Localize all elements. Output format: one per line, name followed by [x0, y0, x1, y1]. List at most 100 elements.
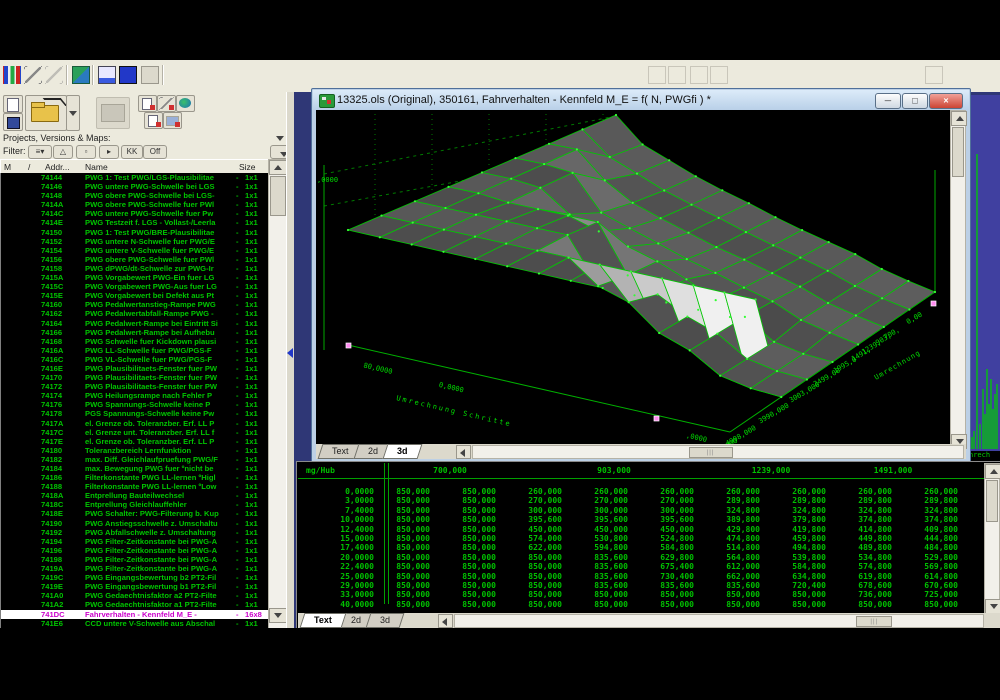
scroll-up-button[interactable]	[985, 464, 1000, 479]
list-item[interactable]: 74186Filterkonstante PWG LL-lernen ºHigl…	[1, 473, 269, 482]
list-item[interactable]: 74148PWG obere PWG-Schwelle bei LGS--1x1	[1, 191, 269, 200]
screen-transfer-button[interactable]	[163, 112, 182, 129]
surface-3d-view[interactable]: 5355,0004998,0003990,0003003,0002499,001…	[316, 110, 952, 448]
list-item[interactable]: 7419APWG Filter-Zeitkonstante bei PWG-A-…	[1, 564, 269, 573]
wand-icon[interactable]	[24, 66, 42, 84]
list-item[interactable]: 74144PWG 1: Test PWG/LGS-Plausibilitae-1…	[1, 173, 269, 182]
scrollbar-thumb[interactable]	[986, 480, 998, 522]
horizontal-scrollbar[interactable]: |||	[472, 445, 964, 459]
list-item[interactable]: 74178PGS Spannungs-Schwelle keine Pw-1x1	[1, 409, 269, 418]
list-item[interactable]: 74168PWG Schwelle fuer Kickdown plausi-1…	[1, 337, 269, 346]
list-item[interactable]: 74158PWG dPWG/dt-Schwelle zur PWG-Ir-1x1	[1, 264, 269, 273]
filter-selection-button[interactable]: ▫	[76, 145, 96, 159]
list-item[interactable]: 7415CPWG Vorgabewert PWG-Aus fuer LG-1x1	[1, 282, 269, 291]
maps-list-scrollbar[interactable]	[268, 159, 288, 630]
list-item[interactable]: 74154PWG untere V-Schwelle fuer PWG/E-1x…	[1, 246, 269, 255]
list-item[interactable]: 74146PWG untere PWG-Schwelle bei LGS-1x1	[1, 182, 269, 191]
map-wizard-icon[interactable]	[3, 66, 21, 84]
column-header-m[interactable]: M	[4, 162, 11, 172]
column-header-size[interactable]: Size	[239, 162, 256, 172]
new-project-button[interactable]	[3, 95, 23, 113]
map-3d-window[interactable]: 13325.ols (Original), 350161, Fahrverhal…	[311, 88, 971, 464]
list-item[interactable]: 74172PWG Plausibilitaets-Fenster fuer PW…	[1, 382, 269, 391]
import-page-button[interactable]	[144, 112, 163, 129]
list-item[interactable]: 74166PWG Pedalwert-Rampe bei Aufhebu-1x1	[1, 328, 269, 337]
scrollbar-thumb[interactable]	[952, 127, 964, 177]
list-item[interactable]: 7414CPWG untere PWG-Schwelle fuer Pw-1x1	[1, 209, 269, 218]
list-item[interactable]: 74194PWG Filter-Zeitkonstante bei PWG-A-…	[1, 537, 269, 546]
list-item[interactable]: 7417Eel. Grenze ob. Toleranzber. Erf. LL…	[1, 437, 269, 446]
filter-off-button[interactable]: Off	[143, 145, 167, 159]
list-item[interactable]: 7414EPWG Testzeit f. LGS - Vollast-/Leer…	[1, 218, 269, 227]
list-item[interactable]: 7417Cel. Grenze unt. Toleranzber. Erf. L…	[1, 428, 269, 437]
filter-folder-button[interactable]: ▸	[99, 145, 119, 159]
list-item[interactable]: 7418CEntprellung Gleichlauffehler-1x1	[1, 500, 269, 509]
list-item[interactable]: 7414APWG obere PWG-Schwelle fuer PWl-1x1	[1, 200, 269, 209]
pages-icon[interactable]	[72, 66, 90, 84]
list-item[interactable]: 74174PWG Heilungsrampe nach Fehler P-1x1	[1, 391, 269, 400]
scroll-up-button[interactable]	[951, 111, 967, 126]
list-item[interactable]: 741A0PWG Gedaechtnisfaktor a2 PT2-Filte-…	[1, 591, 269, 600]
scroll-down-button[interactable]	[985, 599, 1000, 614]
scrollbar-thumb[interactable]: |||	[689, 447, 733, 458]
list-item[interactable]: 7416EPWG Plausibilitaets-Fenster fuer PW…	[1, 364, 269, 373]
horizontal-scrollbar[interactable]: |||	[454, 614, 984, 628]
list-item[interactable]: 7419CPWG Eingangsbewertung b2 PT2-Fil-1x…	[1, 573, 269, 582]
column-header-sort[interactable]: /	[28, 162, 30, 172]
list-item[interactable]: 74162PWG Pedalwertabfall-Rampe PWG --1x1	[1, 309, 269, 318]
add-view-icon[interactable]	[141, 66, 159, 84]
list-item[interactable]: 741A2PWG Gedaechtnisfaktor a1 PT2-Filte-…	[1, 600, 269, 609]
list-item[interactable]: 7415APWG Vorgabewert PWG-Ein fuer LG-1x1	[1, 273, 269, 282]
list-item[interactable]: 74156PWG obere PWG-Schwelle fuer PWl-1x1	[1, 255, 269, 264]
column-header-name[interactable]: Name	[85, 162, 108, 172]
tab-3d[interactable]: 3d	[365, 613, 404, 628]
list-item[interactable]: 7419EPWG Eingangsbewertung b1 PT2-Fil-1x…	[1, 582, 269, 591]
apply-wand-button[interactable]	[157, 95, 176, 112]
list-item[interactable]: 74188Filterkonstante PWG LL-lernen ºLow-…	[1, 482, 269, 491]
column-header-addr[interactable]: Addr...	[45, 162, 70, 172]
window-titlebar[interactable]: 13325.ols (Original), 350161, Fahrverhal…	[313, 90, 969, 110]
projects-combo[interactable]: Projects, Versions & Maps:	[0, 132, 293, 145]
list-item[interactable]: 74170PWG Plausibilitaets-Fenster fuer PW…	[1, 373, 269, 382]
tab-3d[interactable]: 3d	[382, 444, 421, 459]
filter-lines-button[interactable]: ≡▾	[28, 145, 52, 159]
filter-shape-button[interactable]: △	[53, 145, 73, 159]
list-item[interactable]: 74196PWG Filter-Zeitkonstante bei PWG-A-…	[1, 546, 269, 555]
tab-scroll-left-button[interactable]	[438, 614, 453, 628]
vertical-scrollbar[interactable]	[950, 110, 966, 450]
filter-kk-button[interactable]: KK	[121, 145, 143, 159]
maximize-button[interactable]: □	[902, 93, 928, 109]
list-item[interactable]: 74192PWG Abfallschwelle z. Umschaltung-1…	[1, 528, 269, 537]
list-item[interactable]: 74160PWG Pedalwertanstieg-Rampe PWG-1x1	[1, 300, 269, 309]
export-page-button[interactable]	[138, 95, 157, 112]
open-dropdown-button[interactable]	[66, 95, 80, 131]
collapse-panel-icon[interactable]	[287, 348, 293, 358]
map-table-view[interactable]: mg/Hub 700,000903,0001239,0001491,0001 0…	[298, 463, 986, 613]
scrollbar-thumb[interactable]	[270, 176, 286, 216]
list-item[interactable]: 74184max. Bewegung PWG fuer ºnicht be-1x…	[1, 464, 269, 473]
list-item[interactable]: 7415EPWG Vorgabewert bei Defekt aus Pt-1…	[1, 291, 269, 300]
maps-list[interactable]: 74144PWG 1: Test PWG/LGS-Plausibilitae-1…	[0, 173, 269, 628]
tab-scroll-left-button[interactable]	[456, 445, 471, 459]
selection-view-icon[interactable]	[119, 66, 137, 84]
list-item[interactable]: 74164PWG Pedalwert-Rampe bei Eintritt Si…	[1, 319, 269, 328]
list-item[interactable]: 74152PWG untere N-Schwelle fuer PWG/E-1x…	[1, 237, 269, 246]
list-item[interactable]: 74150PWG 1: Test PWG/BRE-Plausibilitae-1…	[1, 228, 269, 237]
list-item[interactable]: 7418AEntprellung Bauteilwechsel-1x1	[1, 491, 269, 500]
axis-view-icon[interactable]	[98, 66, 116, 84]
list-item[interactable]: 74182max. Diff. Gleichlaufpruefung PWG/F…	[1, 455, 269, 464]
list-item[interactable]: 74198PWG Filter-Zeitkonstante bei PWG-A-…	[1, 555, 269, 564]
list-item[interactable]: 7417Ael. Grenze ob. Toleranzber. Erf. LL…	[1, 419, 269, 428]
open-project-button[interactable]	[25, 95, 67, 131]
scrollbar-thumb[interactable]: |||	[856, 616, 892, 627]
list-item[interactable]: 74190PWG Anstiegsschwelle z. Umschaltu-1…	[1, 519, 269, 528]
vertical-scrollbar[interactable]	[984, 463, 1000, 615]
close-button[interactable]: ×	[929, 93, 963, 109]
list-item[interactable]: 7416APWG LL-Schwelle fuer PWG/PGS-F-1x1	[1, 346, 269, 355]
list-item[interactable]: 741E6CCD untere V-Schwelle aus Abschal-1…	[1, 619, 269, 628]
minimize-button[interactable]: ─	[875, 93, 901, 109]
list-item[interactable]: 7416CPWG VL-Schwelle fuer PWG/PGS-F-1x1	[1, 355, 269, 364]
tab-text[interactable]: Text	[300, 613, 347, 628]
map-text-window[interactable]: mg/Hub 700,000903,0001239,0001491,0001 0…	[296, 461, 1000, 630]
panel-splitter[interactable]	[286, 92, 294, 628]
